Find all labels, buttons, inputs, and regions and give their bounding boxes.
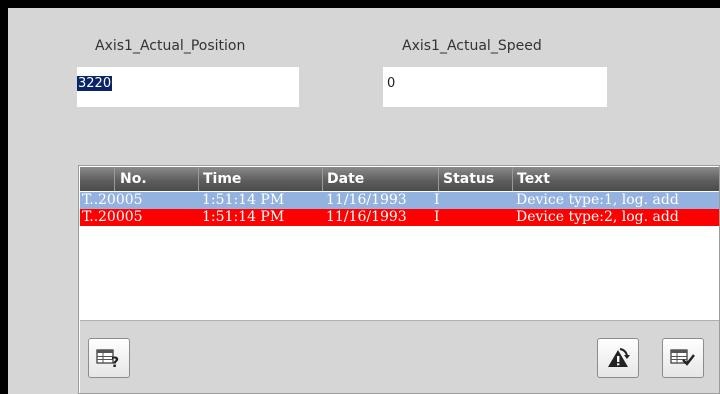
acknowledge-icon	[670, 349, 695, 366]
alarm-row[interactable]: T... 20005 1:51:14 PM 11/16/1993 I Devic…	[80, 192, 719, 209]
alarm-text: Device type:2, log. add	[516, 209, 679, 225]
column-time[interactable]: Time	[198, 167, 322, 191]
speed-field[interactable]: 0	[383, 67, 607, 107]
alarm-text: Device type:1, log. add	[516, 192, 679, 208]
position-field[interactable]: 3220	[77, 67, 299, 107]
svg-text:?: ?	[111, 355, 119, 369]
alarm-status: I	[434, 192, 440, 208]
info-button[interactable]	[597, 338, 639, 378]
alarm-row[interactable]: T... 20005 1:51:14 PM 11/16/1993 I Devic…	[80, 209, 719, 226]
alarm-status: I	[434, 209, 440, 225]
alarm-number: 20005	[98, 209, 143, 225]
alarm-date: 11/16/1993	[326, 192, 407, 208]
help-button[interactable]: ?	[88, 338, 130, 378]
info-icon	[608, 348, 630, 367]
help-icon: ?	[96, 349, 119, 369]
column-status[interactable]: Status	[438, 167, 512, 191]
alarm-number: 20005	[98, 192, 143, 208]
speed-label: Axis1_Actual_Speed	[402, 38, 542, 54]
alarm-time: 1:51:14 PM	[202, 192, 285, 208]
column-number[interactable]: No.	[114, 167, 202, 191]
acknowledge-button[interactable]	[662, 338, 704, 378]
alarm-date: 11/16/1993	[326, 209, 407, 225]
column-text[interactable]: Text	[512, 167, 719, 191]
alarm-time: 1:51:14 PM	[202, 209, 285, 225]
position-label: Axis1_Actual_Position	[95, 38, 246, 54]
position-value: 3220	[77, 76, 113, 91]
column-class[interactable]	[80, 167, 114, 191]
alarm-view: No. Time Date Status Text T... 20005 1:5…	[78, 165, 720, 394]
hmi-screen: Axis1_Actual_Position 3220 Axis1_Actual_…	[8, 8, 720, 394]
alarm-toolbar: ?	[80, 320, 719, 393]
speed-value: 0	[387, 76, 396, 91]
column-date[interactable]: Date	[322, 167, 438, 191]
alarm-table-header: No. Time Date Status Text	[80, 167, 719, 191]
